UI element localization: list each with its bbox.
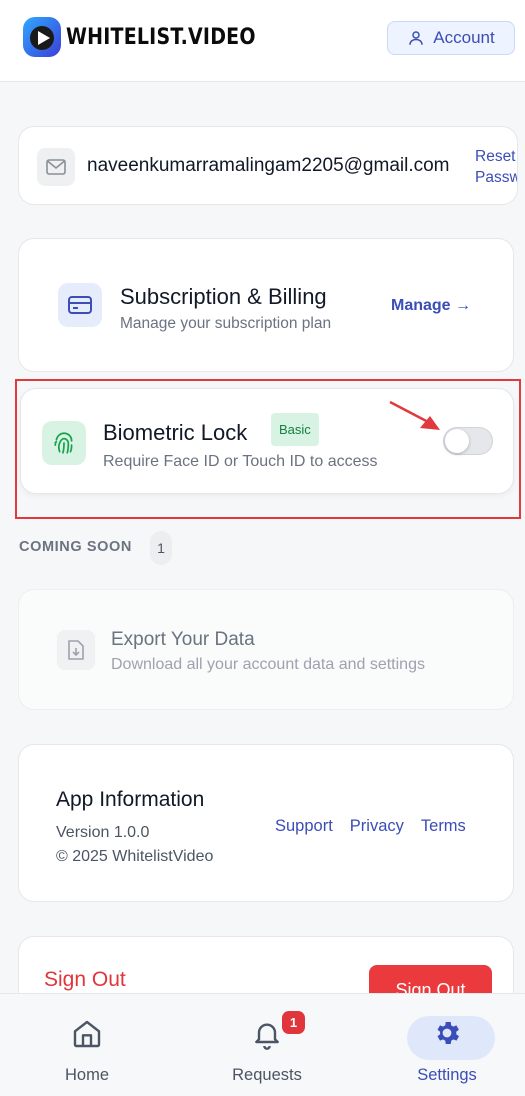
- bottom-navigation: Home 1 Requests Settings: [0, 993, 525, 1096]
- nav-label-requests: Requests: [232, 1066, 302, 1084]
- account-label: Account: [433, 28, 495, 47]
- nav-label-settings: Settings: [417, 1066, 477, 1084]
- plan-badge: Basic: [271, 413, 319, 446]
- download-file-icon: [57, 630, 95, 670]
- subscription-description: Manage your subscription plan: [120, 315, 332, 332]
- home-icon: [73, 1020, 101, 1048]
- bell-icon: [255, 1023, 279, 1050]
- toggle-knob: [445, 429, 469, 453]
- reset-password-link[interactable]: Reset Password: [475, 146, 517, 188]
- mail-icon: [37, 148, 75, 186]
- account-email: naveenkumarramalingam2205@gmail.com: [87, 155, 450, 176]
- export-data-description: Download all your account data and setti…: [111, 656, 425, 673]
- biometric-lock-title: Biometric Lock: [103, 420, 248, 445]
- account-button[interactable]: Account: [387, 21, 515, 55]
- subscription-card[interactable]: Subscription & Billing Manage your subsc…: [18, 238, 514, 372]
- privacy-link[interactable]: Privacy: [350, 817, 404, 836]
- nav-item-home[interactable]: Home: [32, 994, 142, 1096]
- support-link[interactable]: Support: [275, 817, 333, 836]
- credit-card-icon: [58, 283, 102, 327]
- export-data-title: Export Your Data: [111, 629, 255, 650]
- logo-play-icon: [23, 17, 61, 57]
- nav-item-requests[interactable]: 1 Requests: [212, 994, 322, 1096]
- nav-item-settings[interactable]: Settings: [392, 994, 502, 1096]
- biometric-lock-description: Require Face ID or Touch ID to access: [103, 453, 378, 470]
- app-header: WHITELIST.VIDEO Account: [0, 0, 525, 82]
- app-information-title: App Information: [56, 788, 205, 811]
- terms-link[interactable]: Terms: [421, 817, 466, 836]
- user-icon: [409, 31, 424, 45]
- brand-logo[interactable]: WHITELIST.VIDEO: [22, 16, 256, 58]
- app-copyright: © 2025 WhitelistVideo: [56, 848, 214, 865]
- export-data-card: Export Your Data Download all your accou…: [18, 589, 514, 710]
- app-information-card: App Information Version 1.0.0 © 2025 Whi…: [18, 744, 514, 902]
- account-email-card: naveenkumarramalingam2205@gmail.com Rese…: [18, 126, 518, 205]
- requests-badge: 1: [282, 1011, 305, 1034]
- gear-icon: [437, 1022, 459, 1044]
- app-version: Version 1.0.0: [56, 824, 150, 841]
- biometric-lock-toggle[interactable]: [443, 427, 493, 455]
- annotation-arrow-icon: [389, 400, 440, 430]
- fingerprint-icon: [42, 421, 86, 465]
- manage-subscription-link[interactable]: Manage →: [391, 297, 471, 315]
- brand-name: WHITELIST.VIDEO: [66, 24, 256, 50]
- sign-out-title: Sign Out: [44, 968, 126, 991]
- coming-soon-count: 1: [150, 531, 172, 565]
- coming-soon-label: COMING SOON: [19, 539, 132, 555]
- nav-label-home: Home: [64, 1066, 109, 1084]
- app-info-links: Support Privacy Terms: [275, 817, 466, 836]
- subscription-title: Subscription & Billing: [120, 284, 327, 309]
